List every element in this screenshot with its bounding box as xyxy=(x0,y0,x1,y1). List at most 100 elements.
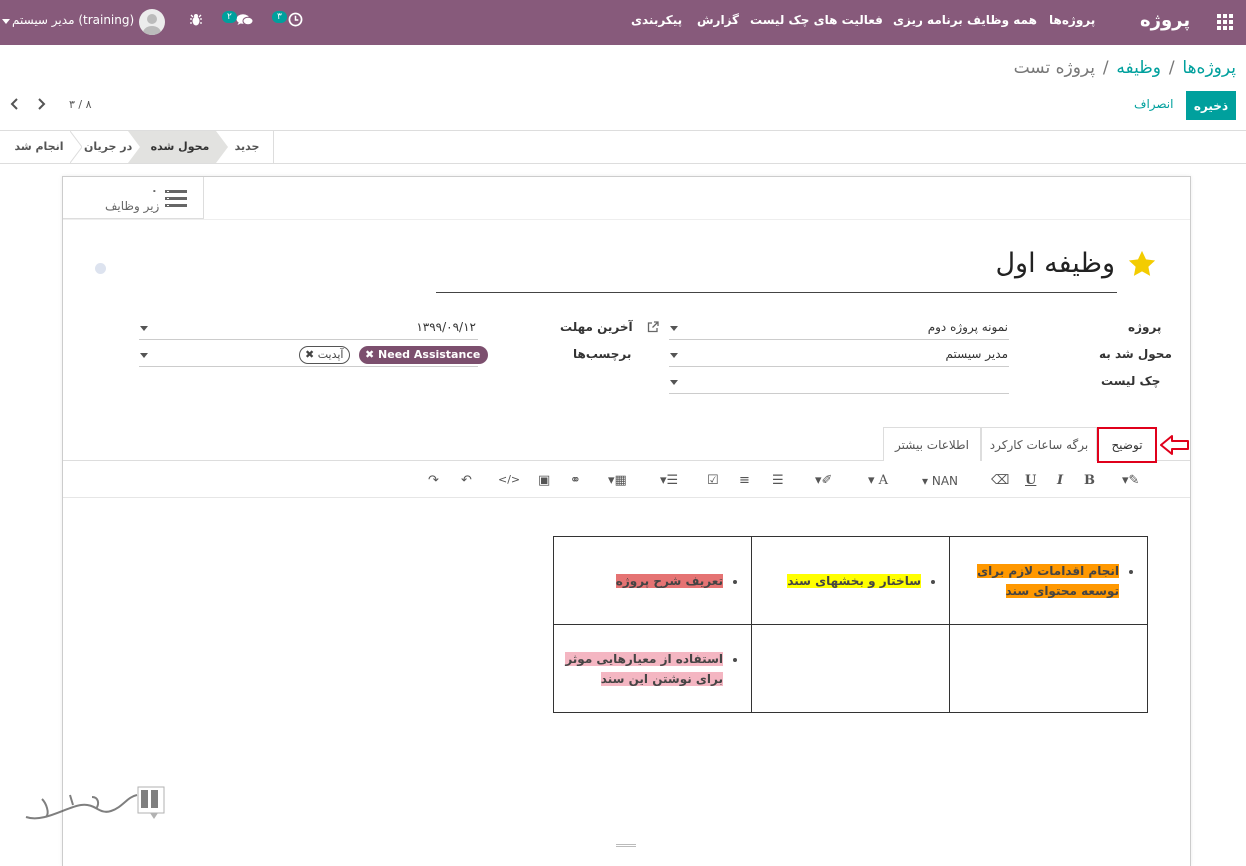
checklist-icon[interactable]: ☑ xyxy=(707,473,719,488)
table-cell[interactable]: ساختار و بخشهای سند xyxy=(751,536,950,625)
paragraph-align-icon[interactable]: ▾☰ xyxy=(660,473,678,488)
tab-description[interactable]: توضیح xyxy=(1097,427,1157,463)
assigned-to-label: محول شد به xyxy=(1099,347,1172,361)
table-cell[interactable] xyxy=(949,624,1148,713)
eraser-icon[interactable]: ⌫ xyxy=(991,473,1009,488)
magic-wand-icon[interactable]: ▾✎ xyxy=(1122,473,1139,488)
stage-done[interactable]: انجام شد xyxy=(12,131,66,163)
project-dropdown-caret-icon[interactable] xyxy=(670,326,678,331)
tab-extra-info[interactable]: اطلاعات بیشتر xyxy=(883,427,981,461)
save-button[interactable]: ذخیره xyxy=(1186,91,1236,120)
activity-count-badge: ۳ xyxy=(272,11,287,23)
font-color-label: A xyxy=(878,473,889,488)
app-name[interactable]: پروژه xyxy=(1140,10,1190,31)
stage-assigned[interactable]: محول شده xyxy=(140,131,220,163)
pager-prev-icon[interactable] xyxy=(10,98,20,110)
tag-label: آپدیت xyxy=(317,348,344,361)
table-cell[interactable]: تعریف شرح پروژه xyxy=(553,536,752,625)
activity-clock-icon[interactable] xyxy=(288,12,304,28)
menu-projects[interactable]: پروژه‌ها xyxy=(1049,13,1095,27)
ordered-list-icon[interactable]: ≡ xyxy=(739,473,750,488)
description-table[interactable]: تعریف شرح پروژه ساختار و بخشهای سند انجا… xyxy=(553,536,1148,713)
table-cell[interactable] xyxy=(751,624,950,713)
undo-icon[interactable]: ↶ xyxy=(461,473,472,488)
unordered-list-icon[interactable]: ☰ xyxy=(772,473,784,488)
underline-button[interactable]: U xyxy=(1025,473,1036,488)
tags-field-line xyxy=(139,366,478,367)
top-navbar: پروژه پروژه‌ها همه وظایف برنامه ریزی فعا… xyxy=(0,0,1246,45)
breadcrumb-projects[interactable]: پروژه‌ها xyxy=(1182,58,1236,78)
code-view-icon[interactable]: </> xyxy=(498,473,520,486)
task-title[interactable]: وظیفه اول xyxy=(995,248,1115,279)
form-sheet xyxy=(62,176,1191,866)
messages-icon[interactable] xyxy=(236,13,254,27)
watermark-logo xyxy=(22,781,167,826)
tab-timesheets[interactable]: برگه ساعات کارکرد xyxy=(981,427,1097,461)
stage-statusbar: جدید محول شده در جریان انجام شد xyxy=(0,130,1246,164)
subtasks-smart-button[interactable]: ۰ زیر وظایف xyxy=(63,177,204,219)
tag-remove-icon[interactable]: ✖ xyxy=(305,348,318,361)
statusbar-divider xyxy=(273,131,274,163)
cell-text: ساختار و بخشهای سند xyxy=(787,573,921,588)
tags-label: برچسب‌ها xyxy=(573,347,632,361)
link-icon[interactable]: ⚭ xyxy=(570,473,581,488)
deadline-dropdown-caret-icon[interactable] xyxy=(140,326,148,331)
title-underline xyxy=(436,292,1117,293)
image-icon[interactable]: ▣ xyxy=(538,473,550,488)
paintbrush-icon[interactable]: ▾✐ xyxy=(815,473,832,488)
project-field-line xyxy=(669,339,1009,340)
user-menu-label[interactable]: مدیر سیستم (training) xyxy=(12,13,134,27)
menu-configuration[interactable]: پیکربندی xyxy=(631,13,682,27)
breadcrumb-current: پروژه تست xyxy=(1013,58,1096,78)
font-color-dropdown[interactable]: ▾ A xyxy=(868,473,888,488)
checklist-label: چک لیست xyxy=(1101,374,1161,388)
editor-resize-handle[interactable] xyxy=(616,844,636,847)
menu-checklist-activities[interactable]: فعالیت های چک لیست xyxy=(750,13,883,27)
breadcrumb-task[interactable]: وظیفه xyxy=(1116,58,1161,78)
highlight-arrow-icon xyxy=(1160,434,1190,456)
tag-need-assistance[interactable]: ✖ Need Assistance xyxy=(359,346,489,364)
message-count-badge: ۲ xyxy=(222,11,237,23)
cell-text: انجام اقدامات لازم برای توسعه محتوای سند xyxy=(977,563,1119,598)
button-box-divider xyxy=(63,219,1190,220)
tags-dropdown-caret-icon[interactable] xyxy=(140,353,148,358)
user-avatar[interactable] xyxy=(139,9,165,35)
italic-button[interactable]: I xyxy=(1057,473,1063,488)
pager-next-icon[interactable] xyxy=(36,98,46,110)
deadline-value[interactable]: ۱۳۹۹/۰۹/۱۲ xyxy=(416,320,476,334)
pager-value[interactable]: ۳ / ۸ xyxy=(69,98,92,111)
stage-in-progress[interactable]: در جریان xyxy=(84,131,132,163)
checklist-dropdown-caret-icon[interactable] xyxy=(670,380,678,385)
subtasks-label: زیر وظایف xyxy=(105,199,160,213)
redo-icon[interactable]: ↷ xyxy=(428,473,439,488)
font-size-dropdown[interactable]: ▾ NAN xyxy=(922,474,958,488)
cell-text: تعریف شرح پروژه xyxy=(615,573,723,588)
deadline-label: آخرین مهلت xyxy=(560,320,633,334)
user-menu-caret-icon[interactable] xyxy=(2,19,10,24)
table-icon[interactable]: ▾▦ xyxy=(608,473,627,488)
menu-all-tasks[interactable]: همه وظایف xyxy=(967,13,1037,27)
menu-reporting[interactable]: گزارش xyxy=(697,13,739,27)
tag-label: Need Assistance xyxy=(378,348,481,361)
kanban-state-dot[interactable] xyxy=(95,263,106,274)
tag-update[interactable]: ✖ آپدیت xyxy=(299,346,351,364)
external-link-icon[interactable] xyxy=(647,321,660,334)
project-label: پروژه xyxy=(1128,320,1162,334)
assigned-field-line xyxy=(669,366,1009,367)
project-value[interactable]: نمونه پروژه دوم xyxy=(928,320,1008,334)
stage-new[interactable]: جدید xyxy=(222,131,272,163)
font-size-value: NAN xyxy=(931,474,959,488)
bug-icon[interactable] xyxy=(189,13,203,27)
deadline-field-line xyxy=(139,339,478,340)
apps-menu-icon[interactable] xyxy=(1217,14,1233,30)
stage-separator-chevron xyxy=(70,131,82,163)
assigned-to-value[interactable]: مدیر سیستم xyxy=(946,347,1009,361)
table-cell[interactable]: انجام اقدامات لازم برای توسعه محتوای سند xyxy=(949,536,1148,625)
priority-star-icon[interactable] xyxy=(1127,249,1159,281)
menu-planning[interactable]: برنامه ریزی xyxy=(893,13,963,27)
discard-button[interactable]: انصراف xyxy=(1134,97,1173,111)
tag-remove-icon[interactable]: ✖ xyxy=(365,348,378,361)
table-cell[interactable]: استفاده از معیارهایی موثر برای نوشتن این… xyxy=(553,624,752,713)
assigned-dropdown-caret-icon[interactable] xyxy=(670,353,678,358)
bold-button[interactable]: B xyxy=(1084,473,1095,488)
